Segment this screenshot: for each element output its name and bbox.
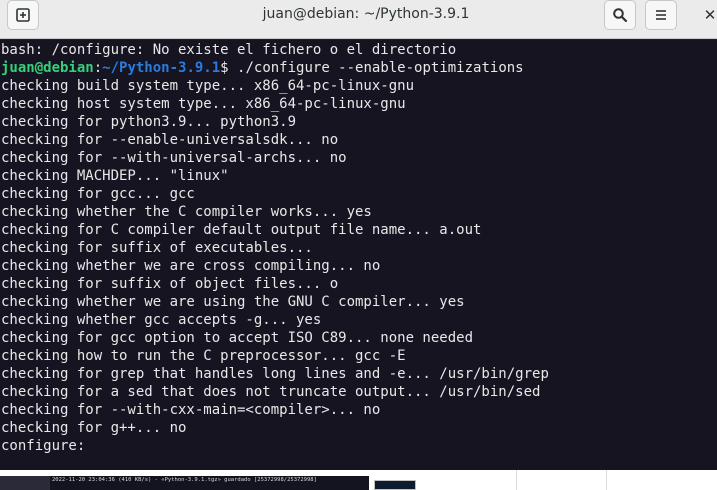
preview-text: 2022-11-20 23:04:36 (410 KB/s) - «Python… — [52, 477, 317, 483]
terminal-output-line: checking build system type... x86_64-pc-… — [1, 78, 415, 94]
terminal-output-line: checking for g++... no — [1, 420, 187, 436]
terminal-output-line: checking whether we are cross compiling.… — [1, 258, 381, 274]
taskbar-strip: 2022-11-20 23:04:36 (410 KB/s) - «Python… — [0, 470, 717, 490]
prompt-command: ./configure --enable-optimizations — [228, 60, 524, 76]
command-prompt-line: juan@debian:~/Python-3.9.1$ ./configure … — [0, 59, 717, 77]
terminal-output-line: checking for --with-universal-archs... n… — [1, 150, 347, 166]
window-preview-thumbnail[interactable] — [374, 480, 416, 490]
terminal-output-line: checking for suffix of executables... — [1, 240, 313, 256]
terminal-output-line: checking for --enable-universalsdk... no — [1, 132, 339, 148]
close-button[interactable]: ✕ — [700, 4, 717, 26]
prompt-symbol: $ — [220, 60, 229, 76]
taskbar-divider — [516, 470, 517, 490]
search-icon — [613, 8, 628, 23]
terminal-output-line: checking for gcc... gcc — [1, 186, 195, 202]
terminal-output-line: checking how to run the C preprocessor..… — [1, 348, 406, 364]
terminal-output-line: checking MACHDEP... "linux" — [1, 168, 229, 184]
terminal-output-line: checking for --with-cxx-main=<compiler>.… — [1, 402, 381, 418]
terminal-line-error: bash: /configure: No existe el fichero o… — [1, 42, 457, 58]
terminal-output-line: checking whether the C compiler works...… — [1, 204, 372, 220]
close-icon: ✕ — [703, 6, 717, 24]
terminal-output-line: checking for python3.9... python3.9 — [1, 114, 297, 130]
title-bar: juan@debian: ~/Python-3.9.1 ✕ — [0, 0, 717, 39]
terminal-output-line: checking for gcc option to accept ISO C8… — [1, 330, 474, 346]
terminal-output-line: checking for C compiler default output f… — [1, 222, 482, 238]
terminal-output-line: checking for grep that handles long line… — [1, 366, 549, 382]
prompt-separator: : — [93, 60, 103, 76]
taskbar-divider — [606, 470, 607, 490]
preview-left-pane — [0, 476, 50, 490]
terminal-output-line: configure: — [1, 438, 86, 454]
terminal-output-line: checking whether gcc accepts -g... yes — [1, 312, 322, 328]
terminal-output-line: checking for a sed that does not truncat… — [1, 384, 541, 400]
terminal-output-line: checking host system type... x86_64-pc-l… — [1, 96, 406, 112]
search-button[interactable] — [604, 0, 636, 30]
prompt-user-host: juan@debian — [1, 60, 94, 76]
hamburger-menu-icon — [656, 10, 666, 20]
terminal-window-preview[interactable]: 2022-11-20 23:04:36 (410 KB/s) - «Python… — [0, 476, 369, 490]
window-title: juan@debian: ~/Python-3.9.1 — [262, 6, 470, 22]
new-tab-button[interactable] — [7, 0, 39, 30]
terminal-view[interactable]: bash: /configure: No existe el fichero o… — [0, 40, 717, 470]
prompt-path: ~/Python-3.9.1 — [102, 60, 221, 76]
new-tab-icon — [16, 8, 30, 22]
menu-button[interactable] — [645, 0, 677, 30]
terminal-output-line: checking whether we are using the GNU C … — [1, 294, 465, 310]
terminal-output-line: checking for suffix of object files... o — [1, 276, 339, 292]
